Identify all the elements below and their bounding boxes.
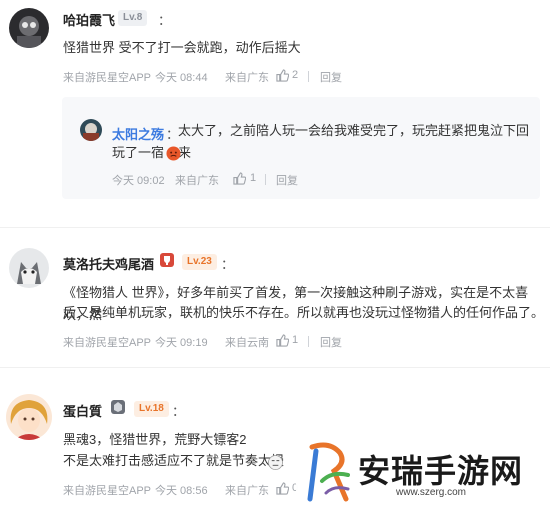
comment-item: 莫洛托夫鸡尾酒 Lv.23 ： 《怪物猎人 世界》，好多年前买了首发，第一次接触…: [0, 240, 550, 360]
avatar[interactable]: [80, 119, 102, 141]
comment-author[interactable]: 哈珀霞飞: [63, 10, 115, 29]
watermark-url: www.szerg.com: [396, 487, 467, 498]
comment-time: 今天 08:44: [155, 72, 208, 84]
like-count: 1: [250, 172, 257, 184]
comment-divider: [0, 367, 550, 368]
watermark-logo-icon: [302, 441, 356, 506]
watermark: 安瑞手游网 www.szerg.com: [296, 437, 550, 506]
reply-button[interactable]: 回复: [320, 334, 342, 350]
comment-text-line1: 黑魂3，怪猎世界，荒野大镖客2: [63, 432, 247, 447]
reply-thread: 太阳之殇 ： 太大了，之前陪人玩一会给我难受完了，玩完赶紧把鬼泣下回来 玩了一宿…: [62, 97, 540, 199]
comment-text-line2: 不是太难打击感适应不了就是节奏太慢: [63, 453, 285, 468]
comment-text: 怪猎世界 受不了打一会就跑，动作后摇大: [63, 40, 301, 55]
watermark-title: 安瑞手游网: [358, 453, 524, 489]
reply-meta: 今天 09:02 来自广东 1 回复: [112, 172, 372, 188]
comment-item: 哈珀霞飞 Lv.8 ： 怪猎世界 受不了打一会就跑，动作后摇大 来自游民星空AP…: [0, 0, 550, 220]
level-badge: Lv.18: [134, 401, 169, 417]
reply-author[interactable]: 太阳之殇: [112, 124, 164, 143]
avatar[interactable]: [9, 8, 49, 48]
emoji-icon: [268, 455, 283, 475]
comment-meta: 来自游民星空APP 今天 09:19 来自云南 1 回复: [63, 334, 363, 350]
comment-time: 今天 08:56: [155, 485, 208, 497]
comment-divider: [0, 227, 550, 228]
author-colon: ：: [158, 13, 172, 28]
meta-divider: [265, 174, 266, 185]
thumbs-up-icon[interactable]: [233, 172, 246, 185]
thumbs-up-icon[interactable]: [276, 334, 289, 347]
comment-author[interactable]: 莫洛托夫鸡尾酒: [63, 254, 154, 273]
comment-location: 来自广东: [225, 485, 269, 497]
reply-button[interactable]: 回复: [276, 172, 298, 188]
comment-location: 来自云南: [225, 337, 269, 349]
comment-source: 来自游民星空APP: [63, 337, 152, 349]
medal-icon: [110, 399, 126, 420]
comment-meta: 来自游民星空APP 今天 08:44 来自广东 2 回复: [63, 69, 363, 85]
level-badge: Lv.8: [118, 10, 148, 26]
level-badge: Lv.23: [182, 254, 217, 270]
like-count: 2: [292, 69, 299, 81]
author-colon: ：: [172, 404, 186, 419]
meta-divider: [308, 336, 309, 347]
medal-icon: [159, 252, 175, 273]
meta-divider: [308, 71, 309, 82]
comment-location: 来自广东: [225, 72, 269, 84]
reply-time: 今天 09:02: [112, 175, 165, 187]
reply-location: 来自广东: [175, 175, 219, 187]
thumbs-up-icon[interactable]: [276, 69, 289, 82]
comment-source: 来自游民星空APP: [63, 485, 152, 497]
avatar[interactable]: [9, 248, 49, 288]
thumbs-up-icon[interactable]: [276, 482, 289, 495]
comment-source: 来自游民星空APP: [63, 72, 152, 84]
reply-text-line1: 太大了，之前陪人玩一会给我难受完了，玩完赶紧把鬼泣下回来: [178, 123, 530, 160]
reply-text-line2: 玩了一宿: [112, 145, 165, 160]
avatar[interactable]: [6, 394, 52, 440]
author-colon: ：: [221, 257, 235, 272]
comment-time: 今天 09:19: [155, 337, 208, 349]
reply-button[interactable]: 回复: [320, 69, 342, 85]
emoji-icon: [166, 146, 181, 166]
comment-text-line2: 后又是纯单机玩家，联机的快乐不存在。所以就再也没玩过怪物猎人的任何作品了。: [63, 305, 545, 320]
like-count: 1: [292, 334, 299, 346]
comment-meta: 来自游民星空APP 今天 08:56 来自广东 0: [63, 482, 303, 497]
comment-author[interactable]: 蛋白質: [63, 401, 102, 420]
